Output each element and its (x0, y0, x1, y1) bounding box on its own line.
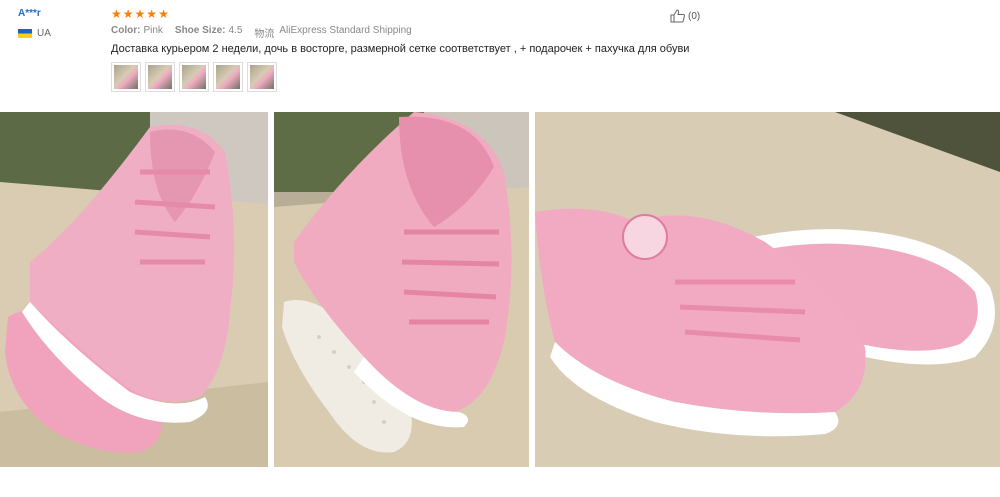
star-icon: ★ (158, 7, 169, 21)
review-thumbnail[interactable] (179, 62, 209, 92)
review-thumbnail[interactable] (111, 62, 141, 92)
review-thumbnails (111, 62, 277, 92)
review-photo-3[interactable] (535, 112, 1000, 467)
size-value: 4.5 (228, 25, 243, 36)
helpful-count: (0) (688, 10, 701, 22)
review-thumbnail[interactable] (247, 62, 277, 92)
size-label: Shoe Size: (174, 25, 226, 36)
review-photo-2[interactable] (274, 112, 529, 467)
rating-stars: ★ ★ ★ ★ ★ (111, 8, 169, 20)
star-icon: ★ (122, 7, 134, 21)
review-text: Доставка курьером 2 недели, дочь в восто… (111, 43, 690, 55)
review-thumbnail[interactable] (145, 62, 175, 92)
star-icon: ★ (134, 7, 146, 21)
sneaker-photo (535, 112, 1000, 467)
helpful-button[interactable]: (0) (670, 9, 700, 23)
reviewer-name[interactable]: A***r (18, 8, 41, 19)
country-code: UA (37, 28, 51, 39)
sneaker-photo (0, 112, 268, 467)
review-card: A***r UA ★ ★ ★ ★ ★ Color: Pink Shoe Size… (0, 0, 1000, 112)
reviewer-country: UA (18, 28, 51, 39)
logistics-value: AliExpress Standard Shipping (279, 25, 412, 36)
review-photos (0, 112, 1000, 467)
order-info: Color: Pink Shoe Size: 4.5 物流 AliExpress… (111, 25, 417, 40)
color-value: Pink (143, 25, 163, 36)
sneaker-photo (274, 112, 529, 467)
thumbs-up-icon (670, 9, 686, 23)
color-label: Color: (111, 25, 141, 36)
review-thumbnail[interactable] (213, 62, 243, 92)
logistics-label: 物流 (254, 29, 275, 40)
star-icon: ★ (111, 7, 122, 21)
star-icon: ★ (146, 7, 158, 21)
ukraine-flag-icon (18, 29, 32, 38)
review-photo-1[interactable] (0, 112, 268, 467)
